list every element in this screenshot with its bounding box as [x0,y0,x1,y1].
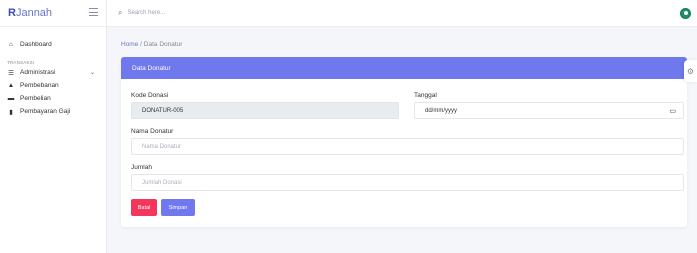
kode-donasi-value: DONATUR-005 [142,107,184,114]
batal-label: Batal [137,204,151,211]
tanggal-date-field[interactable]: dd/mm/yyyy ▭ [414,102,684,119]
list-icon: ☰ [8,69,14,77]
tanggal-label: Tanggal [414,92,437,99]
tanggal-value: dd/mm/yyyy [425,107,458,114]
truck-icon: ▬ [7,95,15,102]
sidebar-item-pembayaran-gaji[interactable]: ▮ Pembayaran Gaji [0,105,106,118]
sidebar-nav: ⌂ Dashboard TRANSAKSI ☰ Administrasi ⌄ ▲… [0,27,106,118]
bank-icon: ▲ [7,82,15,89]
kode-donasi-field: DONATUR-005 [131,102,399,119]
breadcrumb: Home / Data Donatur [121,41,182,48]
chevron-down-icon: ⌄ [89,70,95,76]
sidebar-item-label: Pembelian [20,95,51,102]
jumlah-input[interactable]: Jumlah Donasi [131,174,684,191]
breadcrumb-separator: / [140,41,142,48]
sidebar-item-label: Dashboard [20,41,52,48]
jumlah-placeholder: Jumlah Donasi [142,179,182,186]
search-placeholder: Search here... [127,10,166,16]
card-header: Data Donatur [121,57,687,79]
calendar-icon[interactable]: ▭ [669,107,676,115]
user-avatar[interactable] [680,8,691,19]
batal-button[interactable]: Batal [131,199,157,216]
search-icon: ⌕ [118,8,123,17]
brand-name: Jannah [15,7,53,19]
kode-donasi-label: Kode Donasi [131,92,169,99]
sidebar-item-pembelian[interactable]: ▬ Pembelian [0,92,106,105]
nama-donatur-placeholder: Nama Donatur [142,143,182,150]
sidebar: R Jannah ⌂ Dashboard TRANSAKSI ☰ Administ… [0,0,107,253]
sidebar-item-administrasi[interactable]: ☰ Administrasi ⌄ [0,66,106,79]
simpan-button[interactable]: Simpan [161,199,195,216]
card-title: Data Donatur [132,64,171,72]
brand-prefix: R [8,7,16,19]
sidebar-item-pembebanan[interactable]: ▲ Pembebanan [0,79,106,92]
settings-gear-icon[interactable]: ⚙ [684,60,697,82]
nama-donatur-input[interactable]: Nama Donatur [131,138,684,155]
breadcrumb-home-link[interactable]: Home [121,41,138,48]
sidebar-item-label: Administrasi [20,69,56,76]
sidebar-section-label: TRANSAKSI [7,60,35,65]
sidebar-item-dashboard[interactable]: ⌂ Dashboard [0,38,106,51]
money-icon: ▮ [9,108,13,116]
simpan-label: Simpan [168,204,188,211]
sidebar-item-label: Pembebanan [20,82,59,89]
sidebar-item-label: Pembayaran Gaji [20,108,71,115]
top-bar: ⌕ Search here... [107,0,697,27]
jumlah-label: Jumlah [131,164,152,171]
nama-donatur-label: Nama Donatur [131,128,174,135]
home-icon: ⌂ [9,41,13,48]
menu-toggle-icon[interactable] [89,8,98,17]
search-input[interactable]: ⌕ Search here... [118,8,165,18]
breadcrumb-current: Data Donatur [143,41,183,48]
